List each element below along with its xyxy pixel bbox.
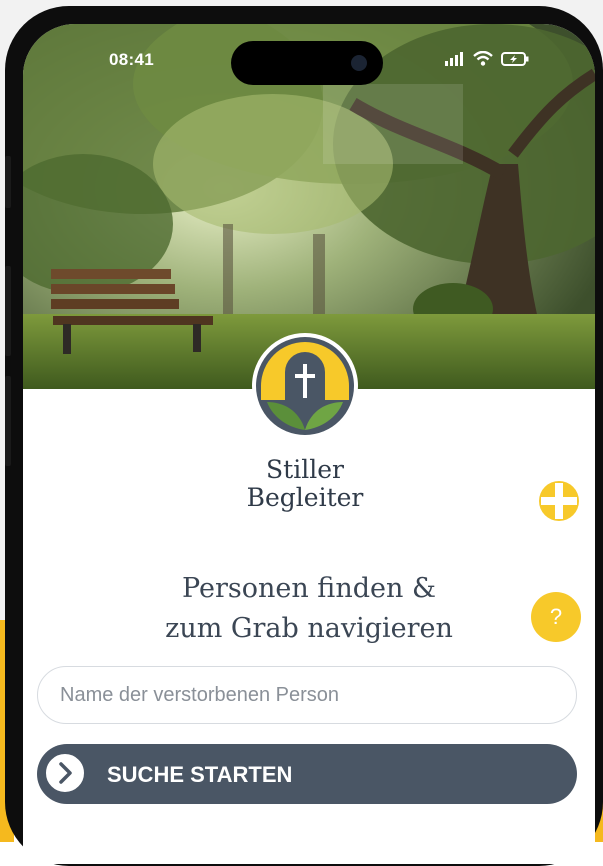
- battery-icon: [501, 51, 529, 66]
- chevron-right-icon: [59, 762, 72, 784]
- mute-switch: [5, 156, 11, 208]
- phone-frame: 08:41 Stiller Begleiter Personen finden …: [5, 6, 603, 866]
- signal-icon: [445, 51, 463, 66]
- deceased-name-search-input[interactable]: [37, 666, 577, 724]
- headline-line2: zum Grab navigieren: [165, 613, 453, 644]
- brand-name: Stiller Begleiter: [213, 456, 397, 512]
- start-search-button[interactable]: SUCHE STARTEN: [37, 744, 577, 804]
- brand-name-line1: Stiller: [266, 455, 344, 484]
- start-search-label: SUCHE STARTEN: [107, 762, 293, 787]
- status-time: 08:41: [109, 50, 154, 69]
- brand-logo: [249, 330, 361, 446]
- help-button-label: ?: [549, 604, 563, 629]
- headline-line1: Personen finden &: [182, 573, 436, 604]
- status-bar: 08:41: [23, 24, 595, 85]
- status-icons: [445, 51, 529, 66]
- front-camera: [351, 55, 367, 71]
- help-button[interactable]: ?: [531, 592, 581, 642]
- brand-name-line2: Begleiter: [246, 483, 364, 512]
- app-screen: 08:41 Stiller Begleiter Personen finden …: [23, 24, 595, 864]
- plus-cross-button[interactable]: [538, 480, 580, 522]
- wifi-icon: [473, 51, 493, 66]
- cross-gravestone-leaves-icon: [252, 333, 358, 439]
- dynamic-island: [231, 41, 383, 85]
- search-button-icon-circle: [43, 751, 87, 795]
- volume-down-button: [5, 376, 11, 466]
- plus-cross-icon: [539, 481, 579, 521]
- volume-up-button: [5, 266, 11, 356]
- page-headline: Personen finden & zum Grab navigieren: [109, 569, 509, 649]
